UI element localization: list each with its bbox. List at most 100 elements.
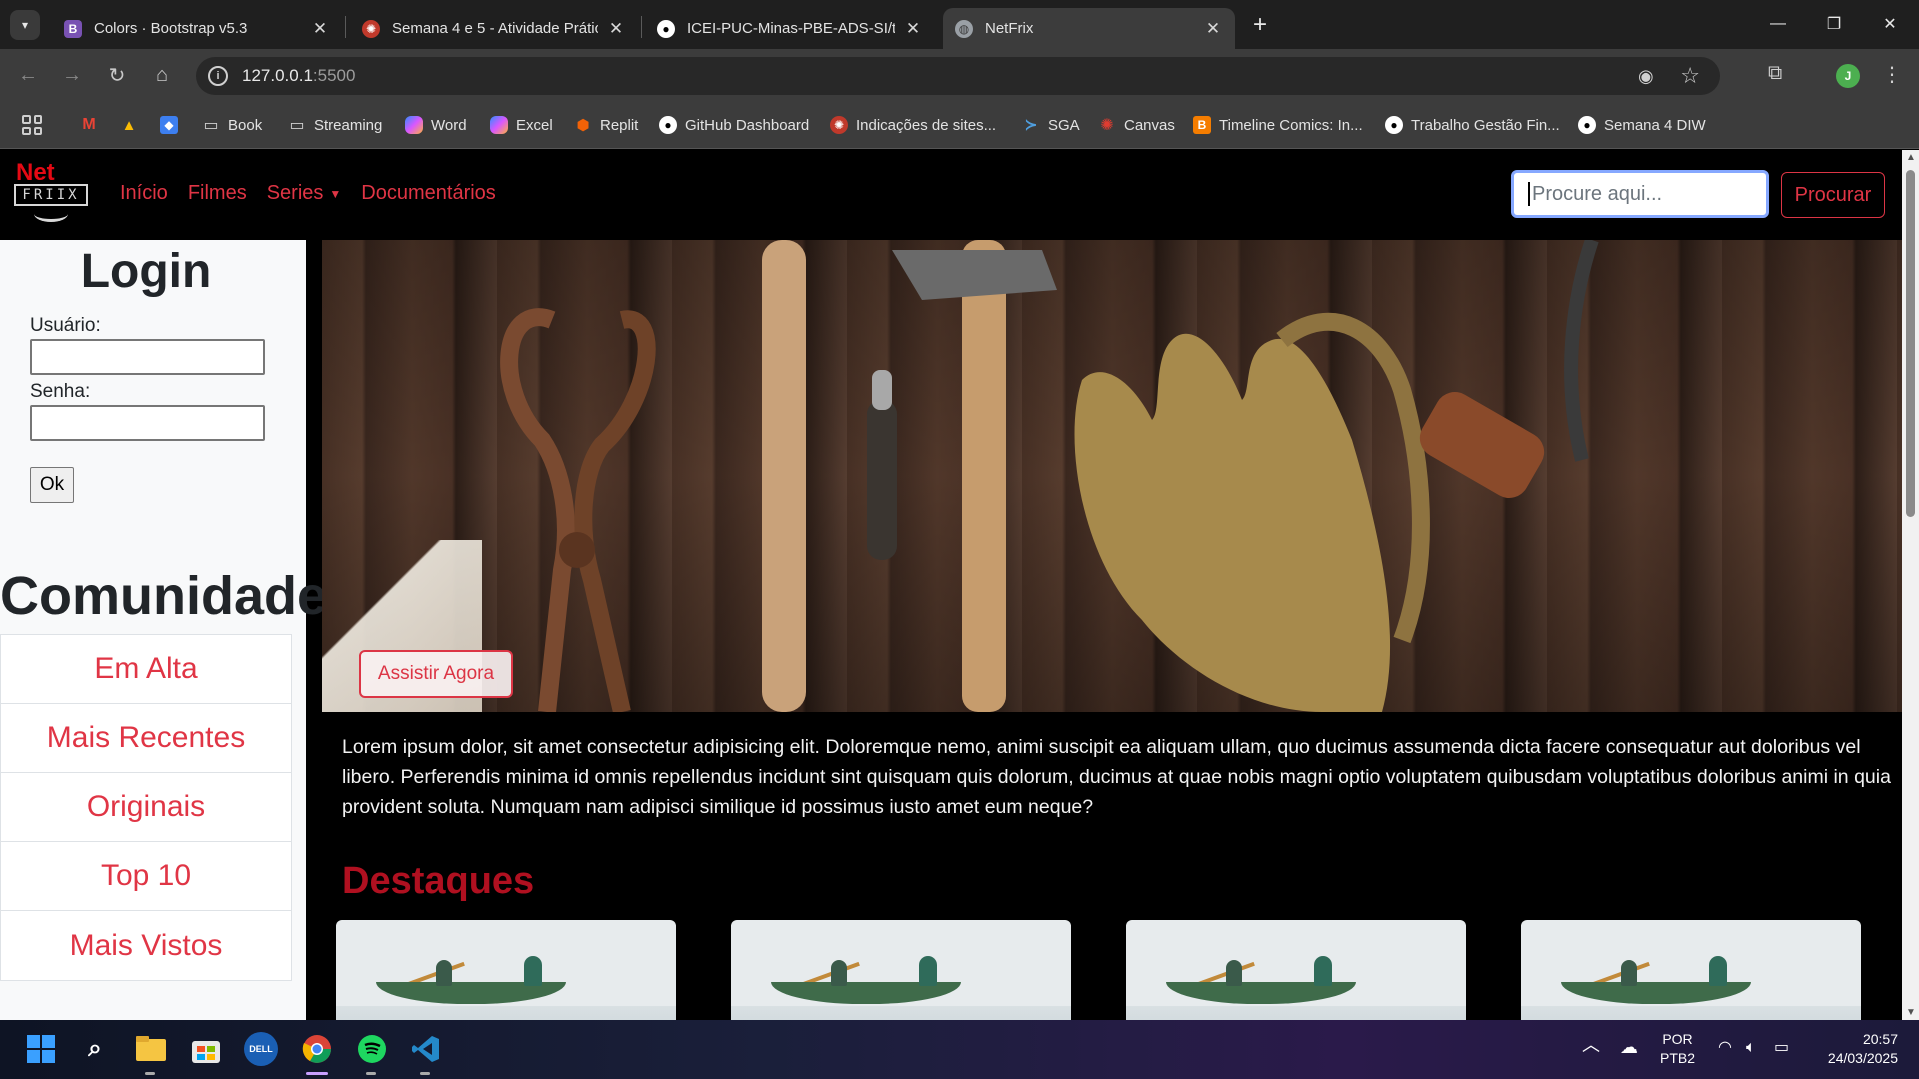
blogger-icon: B	[1193, 116, 1211, 134]
tab-semana[interactable]: ✺ Semana 4 e 5 - Atividade Prátic ✕	[350, 8, 638, 49]
ok-button[interactable]: Ok	[30, 467, 74, 503]
volume-icon[interactable]: 🔈︎	[1746, 1038, 1756, 1057]
home-icon[interactable]: ⌂	[146, 59, 178, 91]
dell-icon[interactable]: DELL	[244, 1032, 278, 1066]
battery-icon[interactable]: ▭	[1774, 1038, 1789, 1057]
profile-avatar[interactable]: J	[1836, 64, 1860, 88]
intro-paragraph: Lorem ipsum dolor, sit amet consectetur …	[342, 736, 1891, 818]
user-field[interactable]	[30, 339, 265, 375]
community-item-top-10[interactable]: Top 10	[1, 842, 291, 911]
restore-icon[interactable]: ❐	[1814, 8, 1854, 40]
tray-chevron-up-icon[interactable]: ︿	[1582, 1036, 1600, 1055]
tab-github[interactable]: ● ICEI-PUC-Minas-PBE-ADS-SI/tr ✕	[645, 8, 935, 49]
url-port: :5500	[312, 66, 356, 85]
reload-icon[interactable]: ↻	[101, 59, 133, 91]
replit-icon: ⬢	[576, 117, 590, 134]
eye-icon[interactable]: ◉	[1638, 66, 1662, 86]
hero-banner-tools-image: Assistir Agora	[322, 240, 1902, 712]
search-input[interactable]: Procure aqui...	[1511, 170, 1769, 218]
file-explorer-icon[interactable]	[134, 1032, 168, 1066]
bookmark-timeline-comics[interactable]: B Timeline Comics: In...	[1193, 113, 1363, 137]
github-icon: ●	[657, 19, 675, 38]
close-icon[interactable]: ✕	[903, 19, 923, 39]
github-icon: ●	[659, 116, 677, 134]
bookmark-sga[interactable]: ≻ SGA	[1022, 113, 1079, 137]
close-icon[interactable]: ✕	[1203, 19, 1223, 39]
copilot-icon	[405, 116, 423, 134]
bookmark-drive[interactable]: ▲	[120, 113, 146, 137]
scroll-up-arrow-icon[interactable]: ▲	[1906, 152, 1916, 163]
bookmark-excel[interactable]: Excel	[490, 113, 553, 137]
site-info-icon[interactable]: i	[208, 66, 228, 86]
bookmark-book[interactable]: ▭ Book	[202, 113, 262, 137]
nav-inicio[interactable]: Início	[120, 182, 168, 205]
caret-down-icon: ▼	[329, 186, 342, 201]
bookmark-label: Streaming	[314, 116, 383, 134]
community-item-em-alta[interactable]: Em Alta	[1, 635, 291, 704]
close-window-icon[interactable]: ✕	[1870, 8, 1910, 40]
wifi-icon[interactable]: ◠	[1718, 1038, 1732, 1057]
bookmark-star-icon[interactable]: ☆	[1680, 63, 1700, 89]
address-bar[interactable]: i 127.0.0.1:5500 ◉ ☆	[196, 57, 1720, 95]
back-arrow-icon[interactable]: ←	[12, 59, 44, 91]
bookmarks-bar: M ▲ ◆ ▭ Book ▭ Streaming Word Excel ⬢ Repli…	[0, 101, 1919, 149]
input-language[interactable]: POR PTB2	[1660, 1030, 1695, 1068]
highlight-card-canoe-image[interactable]	[1126, 920, 1466, 1020]
bookmark-gmail[interactable]: M	[80, 113, 106, 137]
chrome-icon[interactable]	[300, 1032, 334, 1066]
nav-documentarios[interactable]: Documentários	[361, 182, 496, 205]
apps-grid-icon[interactable]	[22, 115, 42, 135]
search-placeholder: Procure aqui...	[1532, 182, 1663, 205]
bookmark-canvas[interactable]: ✺ Canvas	[1098, 113, 1175, 137]
minimize-icon[interactable]: —	[1758, 8, 1798, 40]
logo-swoosh	[34, 206, 68, 222]
clock[interactable]: 20:57 24/03/2025	[1818, 1030, 1898, 1068]
page-scrollbar[interactable]: ▲ ▼	[1902, 150, 1919, 1020]
close-icon[interactable]: ✕	[606, 19, 626, 39]
watch-now-button[interactable]: Assistir Agora	[359, 650, 513, 698]
highlight-card-canoe-image[interactable]	[731, 920, 1071, 1020]
bookmark-trabalho-gestao[interactable]: ● Trabalho Gestão Fin...	[1385, 113, 1560, 137]
nav-series-dropdown[interactable]: Series ▼	[267, 182, 342, 205]
scrollbar-thumb[interactable]	[1906, 170, 1915, 517]
bookmark-semana4-diw[interactable]: ● Semana 4 DIW	[1578, 113, 1706, 137]
bookmark-github-dashboard[interactable]: ● GitHub Dashboard	[659, 113, 809, 137]
scroll-down-arrow-icon[interactable]: ▼	[1906, 1007, 1916, 1018]
clock-time: 20:57	[1862, 1031, 1898, 1047]
bookmark-dropbox[interactable]: ◆	[160, 113, 186, 137]
kebab-menu-icon[interactable]: ⋮	[1882, 62, 1902, 87]
tab-strip: ▾ B Colors · Bootstrap v5.3 ✕ ✺ Semana 4…	[0, 0, 1919, 49]
highlight-card-canoe-image[interactable]	[1521, 920, 1861, 1020]
password-field[interactable]	[30, 405, 265, 441]
community-item-originais[interactable]: Originais	[1, 773, 291, 842]
forward-arrow-icon[interactable]: →	[56, 59, 88, 91]
bookmark-replit[interactable]: ⬢ Replit	[574, 113, 638, 137]
globe-icon: ◍	[955, 19, 973, 38]
onedrive-cloud-icon[interactable]: ☁	[1620, 1038, 1638, 1057]
puc-icon: ✺	[362, 19, 380, 38]
new-tab-plus-icon[interactable]: +	[1245, 10, 1275, 40]
tab-bootstrap[interactable]: B Colors · Bootstrap v5.3 ✕	[52, 8, 342, 49]
spotify-icon[interactable]	[355, 1032, 389, 1066]
netfrix-logo[interactable]: Net FRIIX	[14, 161, 90, 228]
bookmark-streaming[interactable]: ▭ Streaming	[288, 113, 382, 137]
nav-filmes[interactable]: Filmes	[188, 182, 247, 205]
github-icon: ●	[1578, 116, 1596, 134]
extensions-puzzle-icon[interactable]: ⧉	[1768, 62, 1782, 85]
close-icon[interactable]: ✕	[310, 19, 330, 39]
tab-search-chevron-icon[interactable]: ▾	[10, 10, 40, 40]
vscode-icon[interactable]	[409, 1032, 443, 1066]
bookmark-indicacoes[interactable]: ✺ Indicações de sites...	[830, 113, 996, 137]
search-icon[interactable]: ⌕	[78, 1032, 112, 1066]
sga-icon: ≻	[1024, 117, 1038, 134]
windows-start-icon[interactable]	[24, 1032, 58, 1066]
highlight-card-canoe-image[interactable]	[336, 920, 676, 1020]
search-button[interactable]: Procurar	[1781, 172, 1885, 218]
site-navbar: Net FRIIX Início Filmes Series ▼ Document…	[0, 150, 1902, 240]
tab-netfrix[interactable]: ◍ NetFrix ✕	[943, 8, 1235, 49]
community-item-mais-vistos[interactable]: Mais Vistos	[1, 911, 291, 980]
bookmark-word[interactable]: Word	[405, 113, 467, 137]
community-item-mais-recentes[interactable]: Mais Recentes	[1, 704, 291, 773]
language-code: POR	[1662, 1031, 1693, 1047]
microsoft-store-icon[interactable]	[189, 1032, 223, 1066]
